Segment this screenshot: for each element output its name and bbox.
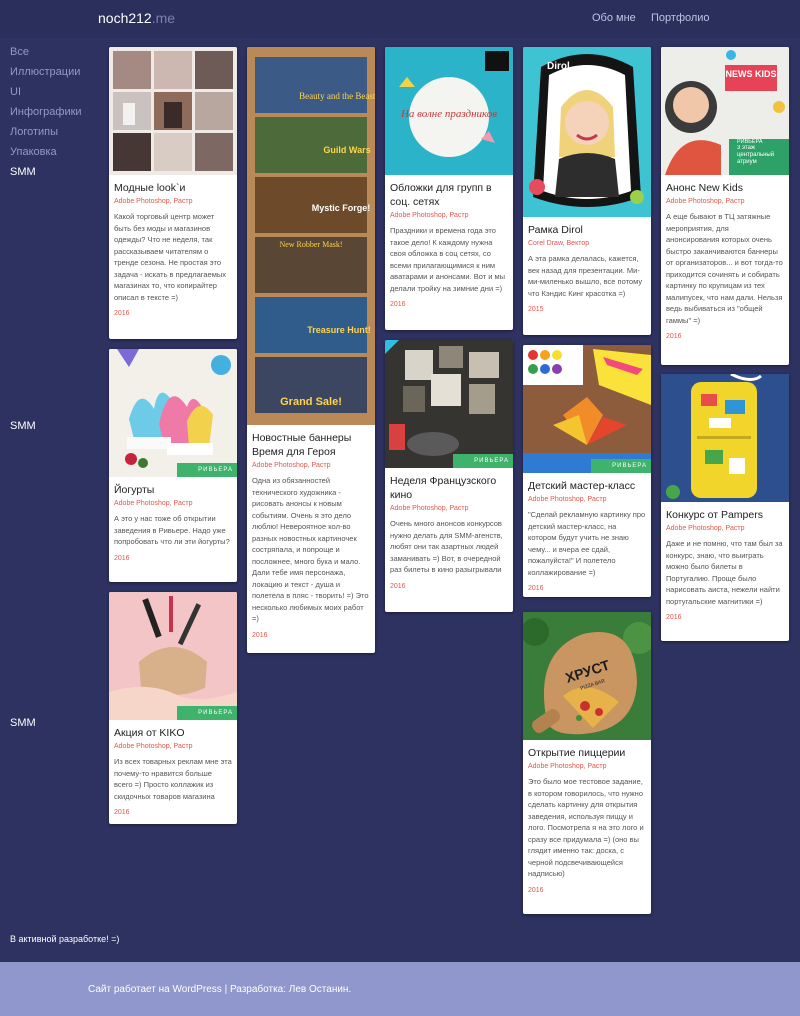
category-label-smm: SMM: [10, 717, 36, 729]
site-footer: Сайт работает на WordPress | Разработка:…: [0, 962, 800, 1016]
category-filter: Все Иллюстрации UI Инфографики Логотипы …: [10, 45, 82, 185]
card-thumbnail[interactable]: РИВЬЕРА: [109, 349, 237, 477]
card-description: Даже и не помню, что там был за конкурс,…: [666, 539, 783, 606]
filter-smm[interactable]: SMM: [10, 165, 82, 185]
card-description: Очень много анонсов конкурсов нужно дела…: [390, 519, 503, 574]
filter-ui[interactable]: UI: [10, 85, 82, 105]
portfolio-card[interactable]: РИВЬЕРА Детский мастер-класс Adobe Photo…: [523, 345, 651, 597]
brand-label: РИВЬЕРА: [198, 710, 233, 716]
card-thumbnail[interactable]: Dirol: [523, 47, 651, 217]
card-year: 2016: [114, 809, 130, 816]
card-tags[interactable]: Adobe Photoshop, Растр: [528, 762, 646, 772]
footer-credits: Сайт работает на WordPress | Разработка:…: [88, 984, 352, 995]
card-description: "Сделай рекламную картинку про детский м…: [528, 510, 646, 577]
card-year: 2015: [528, 306, 544, 313]
development-notice: В активной разработке! =): [10, 934, 120, 944]
card-title[interactable]: Акция от KIKO: [114, 726, 232, 740]
card-year: 2016: [528, 886, 544, 894]
card-title[interactable]: Анонс New Kids: [666, 181, 784, 195]
card-title[interactable]: Обложки для групп в соц. сетях: [390, 181, 508, 209]
portfolio-card[interactable]: На волне праздников Обложки для групп в …: [385, 47, 513, 330]
category-label-smm: SMM: [10, 420, 36, 432]
portfolio-card[interactable]: РИВЬЕРА Неделя Французского кино Adobe P…: [385, 340, 513, 612]
logo-main: noch212: [98, 10, 152, 26]
banner-caption: Grand Sale!: [280, 396, 342, 408]
brand-label: РИВЬЕРА: [198, 467, 233, 473]
card-tags[interactable]: Adobe Photoshop, Растр: [114, 197, 232, 207]
portfolio-card[interactable]: Модные look`и Adobe Photoshop, Растр Как…: [109, 47, 237, 339]
card-tags[interactable]: Adobe Photoshop, Растр: [390, 504, 508, 514]
event-location: 3 этаж центральный атриум: [737, 145, 775, 165]
banner-caption: New Robber Mask!: [279, 240, 342, 249]
nav-portfolio[interactable]: Портфолио: [651, 12, 710, 24]
filter-all[interactable]: Все: [10, 45, 82, 65]
card-year: 2016: [252, 631, 268, 639]
card-tags[interactable]: Adobe Photoshop, Растр: [252, 461, 370, 471]
portfolio-card[interactable]: ХРУСТ PIZZA BAR Открытие пиццерии Adobe …: [523, 612, 651, 914]
card-tags[interactable]: Adobe Photoshop, Растр: [114, 499, 232, 509]
card-description: Какой торговый центр может быть без моды…: [114, 212, 226, 302]
portfolio-card[interactable]: NEWS KIDS РИВЬЕРА 3 этаж центральный атр…: [661, 47, 789, 365]
filter-infographics[interactable]: Инфографики: [10, 105, 82, 125]
banner-caption: Treasure Hunt!: [307, 325, 371, 335]
card-thumbnail[interactable]: РИВЬЕРА: [109, 592, 237, 720]
card-tags[interactable]: Adobe Photoshop, Растр: [114, 742, 232, 752]
banner-caption: Beauty and the Beasts: [299, 91, 375, 101]
filter-packaging[interactable]: Упаковка: [10, 145, 82, 165]
brand-logo-text: Dirol: [547, 61, 570, 72]
card-tags[interactable]: Corel Draw, Вектор: [528, 239, 646, 249]
card-tags[interactable]: Adobe Photoshop, Растр: [666, 197, 784, 207]
portfolio-card[interactable]: РИВЬЕРА Акция от KIKO Adobe Photoshop, Р…: [109, 592, 237, 824]
card-description: А это у нас тоже об открытии заведения в…: [114, 514, 230, 546]
card-thumbnail[interactable]: На волне праздников: [385, 47, 513, 175]
banner-caption: Guild Wars: [323, 145, 370, 155]
card-title[interactable]: Неделя Французского кино: [390, 474, 508, 502]
card-description: Из всех товарных реклам мне эта почему-т…: [114, 757, 232, 801]
card-description: Праздники и времена года это такое дело!…: [390, 226, 506, 293]
card-title[interactable]: Конкурс от Pampers: [666, 508, 784, 522]
card-title[interactable]: Модные look`и: [114, 181, 232, 195]
nav-about[interactable]: Обо мне: [592, 12, 636, 24]
cover-caption: На волне праздников: [400, 108, 497, 120]
card-year: 2016: [114, 554, 130, 562]
portfolio-card[interactable]: Конкурс от Pampers Adobe Photoshop, Раст…: [661, 374, 789, 641]
site-header: noch212.me Обо мне Портфолио: [0, 0, 800, 38]
card-thumbnail[interactable]: РИВЬЕРА: [385, 340, 513, 468]
portfolio-card[interactable]: Dirol Рамка Dirol Corel Draw, Вектор А э…: [523, 47, 651, 335]
card-year: 2016: [114, 310, 130, 317]
card-thumbnail[interactable]: РИВЬЕРА: [523, 345, 651, 473]
event-title: NEWS KIDS: [725, 69, 776, 79]
card-thumbnail[interactable]: Beauty and the Beasts Guild Wars Mystic …: [247, 47, 375, 425]
card-year: 2016: [390, 301, 406, 308]
card-description: Одна из обязанностей технического художн…: [252, 476, 369, 623]
card-title[interactable]: Детский мастер-класс: [528, 479, 646, 493]
card-thumbnail[interactable]: [109, 47, 237, 175]
site-logo[interactable]: noch212.me: [98, 10, 175, 26]
card-year: 2016: [390, 582, 406, 590]
card-description: Это было мое тестовое задание, в котором…: [528, 777, 644, 878]
card-description: А еще бывают в ТЦ затяжные мероприятия, …: [666, 212, 783, 325]
card-year: 2016: [666, 333, 682, 340]
filter-logos[interactable]: Логотипы: [10, 125, 82, 145]
card-year: 2016: [528, 585, 544, 592]
card-title[interactable]: Открытие пиццерии: [528, 746, 646, 760]
logo-suffix: .me: [151, 10, 176, 26]
portfolio-card[interactable]: РИВЬЕРА Йогурты Adobe Photoshop, Растр А…: [109, 349, 237, 582]
card-tags[interactable]: Adobe Photoshop, Растр: [666, 524, 784, 534]
card-title[interactable]: Рамка Dirol: [528, 223, 646, 237]
portfolio-card[interactable]: Beauty and the Beasts Guild Wars Mystic …: [247, 47, 375, 653]
card-thumbnail[interactable]: [661, 374, 789, 502]
card-thumbnail[interactable]: NEWS KIDS РИВЬЕРА 3 этаж центральный атр…: [661, 47, 789, 175]
card-tags[interactable]: Adobe Photoshop, Растр: [390, 211, 508, 221]
filter-illustrations[interactable]: Иллюстрации: [10, 65, 82, 85]
card-thumbnail[interactable]: ХРУСТ PIZZA BAR: [523, 612, 651, 740]
brand-label: РИВЬЕРА: [612, 463, 647, 469]
card-tags[interactable]: Adobe Photoshop, Растр: [528, 495, 646, 505]
card-title[interactable]: Новостные баннеры Время для Героя: [252, 431, 370, 459]
banner-caption: Mystic Forge!: [312, 203, 371, 213]
card-description: А эта рамка делалась, кажется, век назад…: [528, 254, 643, 298]
card-title[interactable]: Йогурты: [114, 483, 232, 497]
card-year: 2016: [666, 614, 682, 621]
brand-label: РИВЬЕРА: [474, 458, 509, 464]
